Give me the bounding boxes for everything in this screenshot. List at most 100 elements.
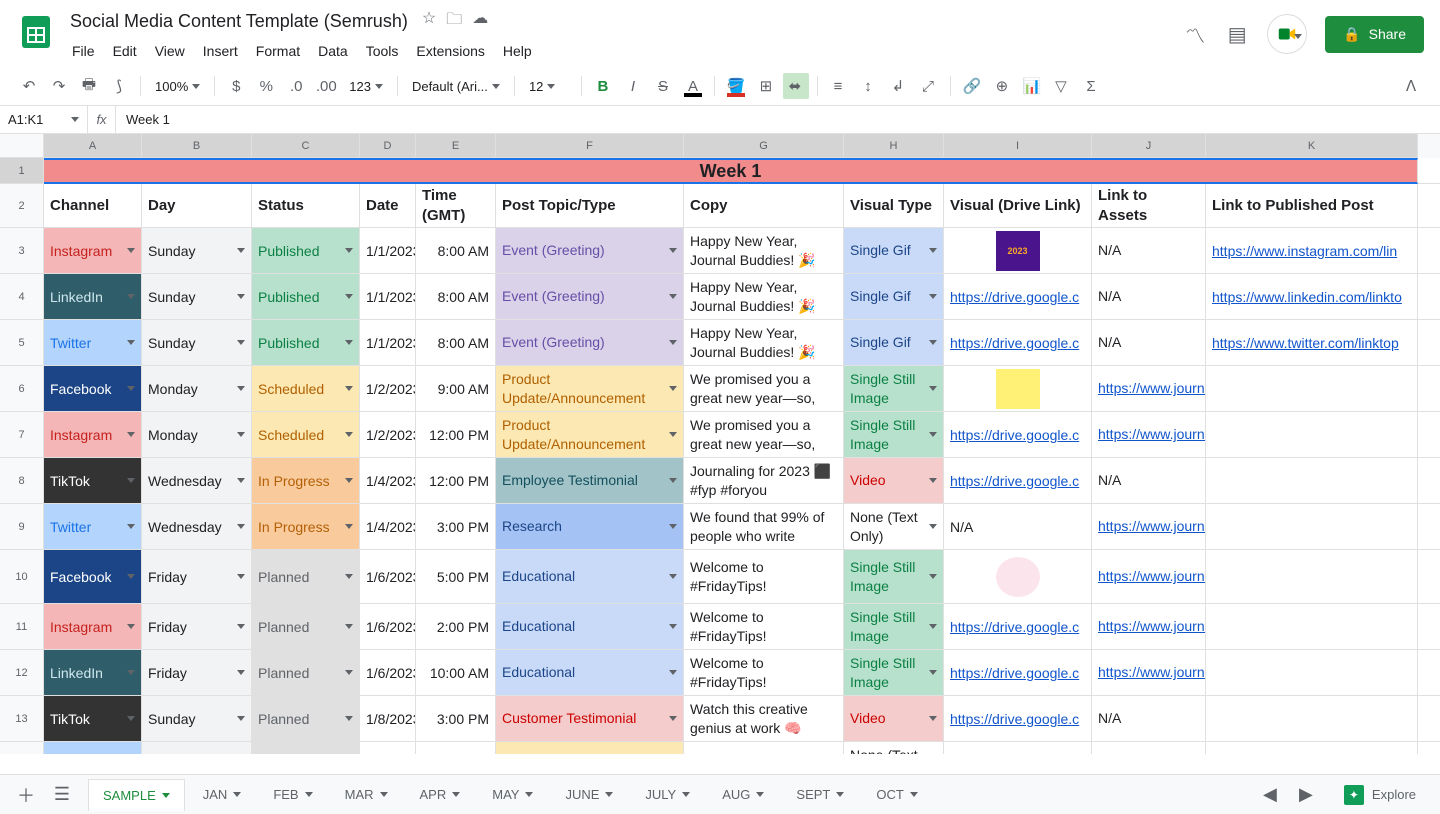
sheet-tab-oct[interactable]: OCT	[862, 779, 931, 810]
currency-button[interactable]: $	[223, 73, 249, 99]
row-header-13[interactable]: 13	[0, 696, 44, 741]
day-cell[interactable]: Sunday	[142, 742, 252, 754]
row-header-3[interactable]: 3	[0, 228, 44, 273]
date-cell[interactable]: 1/1/2023	[360, 228, 416, 273]
visual-type-cell[interactable]: Single Still Image	[844, 650, 944, 695]
status-cell[interactable]: Scheduled	[252, 412, 360, 457]
day-cell[interactable]: Monday	[142, 412, 252, 457]
channel-cell[interactable]: TikTok	[44, 458, 142, 503]
decrease-decimal-button[interactable]: .0	[283, 73, 309, 99]
header-cell[interactable]: Post Topic/Type	[496, 184, 684, 227]
comment-button[interactable]: ⊕	[989, 73, 1015, 99]
row-header-6[interactable]: 6	[0, 366, 44, 411]
published-cell[interactable]	[1206, 604, 1418, 649]
copy-cell[interactable]: Watch this creative genius at work 🧠	[684, 696, 844, 741]
header-cell[interactable]: Visual (Drive Link)	[944, 184, 1092, 227]
date-cell[interactable]: 1/4/2023	[360, 504, 416, 549]
time-cell[interactable]: 8:00 AM	[416, 320, 496, 365]
borders-button[interactable]: ⊞	[753, 73, 779, 99]
explore-button[interactable]: ✦ Explore	[1332, 779, 1428, 811]
visual-type-cell[interactable]: Single Gif	[844, 228, 944, 273]
date-cell[interactable]: 1/6/2023	[360, 650, 416, 695]
assets-cell[interactable]	[1092, 742, 1206, 754]
bold-button[interactable]: B	[590, 73, 616, 99]
date-cell[interactable]: 1/6/2023	[360, 604, 416, 649]
header-cell[interactable]: Day	[142, 184, 252, 227]
visual-type-cell[interactable]: Video	[844, 458, 944, 503]
header-cell[interactable]: Copy	[684, 184, 844, 227]
header-cell[interactable]: Link to Assets	[1092, 184, 1206, 227]
copy-cell[interactable]: Welcome to #FridayTips!	[684, 604, 844, 649]
chart-button[interactable]: 📊	[1019, 73, 1045, 99]
filter-button[interactable]: ▽	[1049, 73, 1075, 99]
menu-file[interactable]: File	[64, 39, 103, 63]
visual-type-cell[interactable]: None (Text Only)	[844, 504, 944, 549]
topic-cell[interactable]: Event (Greeting)	[496, 274, 684, 319]
time-cell[interactable]: 12:00 PM	[416, 458, 496, 503]
merge-button[interactable]: ⬌	[783, 73, 809, 99]
tab-scroll-right[interactable]: ▶	[1292, 781, 1320, 809]
day-cell[interactable]: Friday	[142, 550, 252, 603]
channel-cell[interactable]: Instagram	[44, 412, 142, 457]
fill-color-button[interactable]: 🪣	[723, 73, 749, 99]
published-cell[interactable]	[1206, 504, 1418, 549]
published-cell[interactable]	[1206, 550, 1418, 603]
visual-cell[interactable]: N/A	[944, 504, 1092, 549]
status-cell[interactable]: Published	[252, 274, 360, 319]
col-header-H[interactable]: H	[844, 134, 944, 158]
formula-input[interactable]: Week 1	[116, 112, 1440, 127]
sheet-tab-aug[interactable]: AUG	[708, 779, 778, 810]
visual-cell[interactable]	[944, 366, 1092, 411]
topic-cell[interactable]: Event (Greeting)	[496, 228, 684, 273]
published-cell[interactable]: https://www.linkedin.com/linkto	[1206, 274, 1418, 319]
day-cell[interactable]: Friday	[142, 650, 252, 695]
col-header-J[interactable]: J	[1092, 134, 1206, 158]
all-sheets-button[interactable]: ☰	[48, 781, 76, 809]
collapse-toolbar-button[interactable]: ᐱ	[1398, 73, 1424, 99]
day-cell[interactable]: Wednesday	[142, 458, 252, 503]
assets-cell[interactable]: https://www.journalingwithfrien	[1092, 650, 1206, 695]
strikethrough-button[interactable]: S	[650, 73, 676, 99]
day-cell[interactable]: Monday	[142, 366, 252, 411]
visual-type-cell[interactable]: Single Still Image	[844, 550, 944, 603]
date-cell[interactable]: 1/4/2023	[360, 458, 416, 503]
assets-cell[interactable]: N/A	[1092, 320, 1206, 365]
increase-decimal-button[interactable]: .00	[313, 73, 339, 99]
row-header-8[interactable]: 8	[0, 458, 44, 503]
published-cell[interactable]: https://www.instagram.com/lin	[1206, 228, 1418, 273]
header-cell[interactable]: Link to Published Post	[1206, 184, 1418, 227]
assets-cell[interactable]: https://www.journalingwithfriends.com/bl…	[1092, 550, 1206, 603]
time-cell[interactable]: 5:00 PM	[416, 550, 496, 603]
day-cell[interactable]: Sunday	[142, 696, 252, 741]
add-sheet-button[interactable]: ＋	[12, 781, 40, 809]
channel-cell[interactable]: Twitter	[44, 320, 142, 365]
sheet-tab-apr[interactable]: APR	[406, 779, 475, 810]
row-header-14[interactable]: 14	[0, 742, 44, 754]
sheet-tab-mar[interactable]: MAR	[331, 779, 402, 810]
time-cell[interactable]: 9:00 AM	[416, 366, 496, 411]
status-cell[interactable]: Planned	[252, 550, 360, 603]
date-cell[interactable]: 1/2/2023	[360, 412, 416, 457]
sheet-tab-sept[interactable]: SEPT	[782, 779, 858, 810]
channel-cell[interactable]: Facebook	[44, 366, 142, 411]
assets-cell[interactable]: N/A	[1092, 458, 1206, 503]
col-header-D[interactable]: D	[360, 134, 416, 158]
row-header-12[interactable]: 12	[0, 650, 44, 695]
visual-type-cell[interactable]: Single Gif	[844, 274, 944, 319]
channel-cell[interactable]: Instagram	[44, 604, 142, 649]
row-header-9[interactable]: 9	[0, 504, 44, 549]
published-cell[interactable]	[1206, 412, 1418, 457]
visual-cell[interactable]: https://drive.google.c	[944, 274, 1092, 319]
text-color-button[interactable]: A	[680, 73, 706, 99]
header-cell[interactable]: Visual Type	[844, 184, 944, 227]
visual-type-cell[interactable]: None (Text Only)	[844, 742, 944, 754]
wrap-button[interactable]: ↲	[886, 73, 912, 99]
date-cell[interactable]: 1/8/2023	[360, 742, 416, 754]
col-header-F[interactable]: F	[496, 134, 684, 158]
comments-icon[interactable]: ▤	[1225, 22, 1249, 46]
day-cell[interactable]: Sunday	[142, 228, 252, 273]
undo-button[interactable]: ↶	[16, 73, 42, 99]
week-title-cell[interactable]: Week 1	[44, 158, 1418, 184]
assets-cell[interactable]: https://www.journalingwithfrien	[1092, 412, 1206, 457]
topic-cell[interactable]: Educational	[496, 604, 684, 649]
